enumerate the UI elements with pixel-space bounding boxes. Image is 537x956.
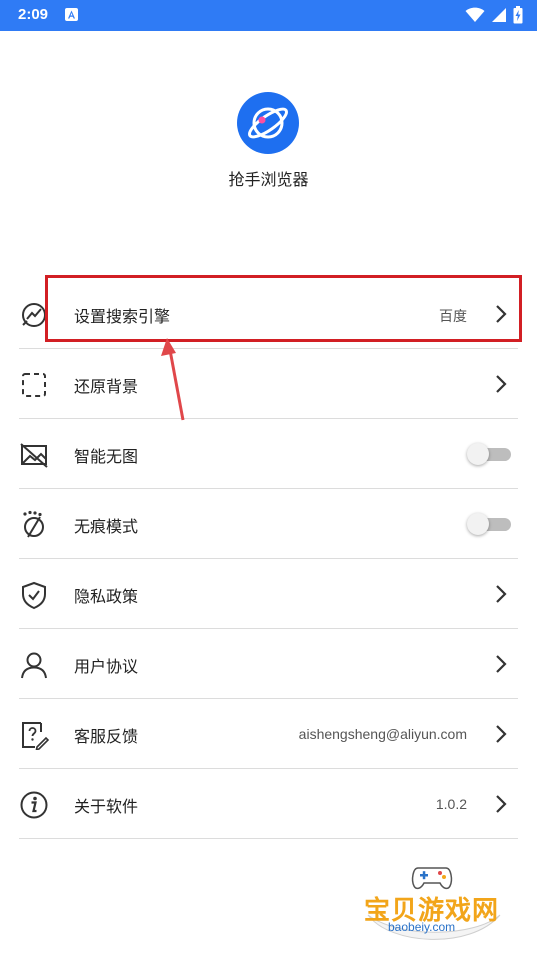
watermark-url: baobeiy.com	[388, 920, 456, 934]
user-icon	[19, 650, 49, 680]
divider	[19, 838, 518, 839]
watermark: 宝贝游戏网 baobeiy.com	[360, 860, 510, 950]
toggle-knob	[467, 513, 489, 535]
chevron-right-icon	[493, 373, 509, 395]
setting-label: 无痕模式	[74, 517, 139, 536]
highlight-box	[45, 275, 522, 342]
setting-label: 还原背景	[74, 377, 139, 396]
no-image-icon	[19, 440, 49, 470]
toggle-knob	[467, 443, 489, 465]
info-icon	[19, 790, 49, 820]
incognito-icon	[19, 510, 49, 540]
incognito-toggle[interactable]	[467, 513, 511, 535]
setting-privacy-policy[interactable]: 隐私政策	[0, 559, 537, 629]
app-version: 1.0.2	[435, 796, 467, 812]
restore-background-icon	[19, 370, 49, 400]
app-name: 抢手浏览器	[228, 170, 309, 189]
setting-no-image: 智能无图	[0, 419, 537, 489]
status-bar: 2:09	[0, 0, 537, 31]
setting-about[interactable]: 关于软件 1.0.2	[0, 769, 537, 839]
setting-label: 隐私政策	[74, 587, 139, 606]
signal-icon	[491, 7, 507, 27]
setting-incognito: 无痕模式	[0, 489, 537, 559]
setting-label: 智能无图	[74, 447, 139, 466]
setting-feedback[interactable]: 客服反馈 aishengsheng@aliyun.com	[0, 699, 537, 769]
battery-charging-icon	[513, 6, 523, 28]
wifi-icon	[465, 7, 485, 27]
setting-label: 用户协议	[74, 657, 139, 676]
planet-icon	[237, 92, 299, 154]
shield-check-icon	[19, 580, 49, 610]
support-email: aishengsheng@aliyun.com	[298, 726, 467, 742]
status-time: 2:09	[18, 6, 49, 23]
chevron-right-icon	[493, 583, 509, 605]
setting-label: 客服反馈	[74, 727, 139, 746]
chevron-right-icon	[493, 723, 509, 745]
chevron-right-icon	[493, 793, 509, 815]
setting-restore-background[interactable]: 还原背景	[0, 349, 537, 419]
status-icons	[465, 6, 523, 28]
notification-a-icon	[65, 8, 78, 21]
feedback-icon	[19, 720, 49, 750]
no-image-toggle[interactable]	[467, 443, 511, 465]
chevron-right-icon	[493, 653, 509, 675]
setting-label: 关于软件	[74, 797, 139, 816]
setting-user-agreement[interactable]: 用户协议	[0, 629, 537, 699]
settings-list: 设置搜索引擎 百度 还原背景 智能无图 无痕模式 隐私政策 用户协议 客服反馈 …	[0, 279, 537, 839]
